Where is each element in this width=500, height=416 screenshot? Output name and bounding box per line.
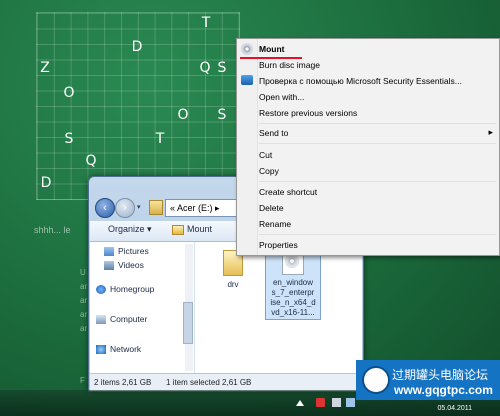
menu-separator	[259, 181, 496, 182]
file-item-drv[interactable]: drv	[215, 250, 251, 290]
folder-icon	[172, 224, 184, 235]
desktop-text-fragment: U	[80, 268, 86, 277]
nav-item-network[interactable]: Network	[96, 344, 142, 355]
nav-item-computer[interactable]: Computer	[96, 314, 148, 325]
desktop-text-fragment: ar	[80, 282, 88, 291]
grid-letter: O	[63, 85, 75, 101]
status-bar: 2 items 2,61 GB 1 item selected 2,61 GB	[90, 373, 362, 391]
menu-item-rename[interactable]: Rename	[259, 219, 291, 229]
submenu-arrow-icon: ▸	[488, 127, 493, 137]
grid-letter: D	[131, 39, 143, 55]
menu-item-send-to[interactable]: Send to	[259, 128, 288, 138]
computer-icon	[96, 315, 106, 325]
mount-disc-icon	[241, 43, 253, 55]
grid-letter: O	[177, 107, 189, 123]
navigation-pane: Pictures Videos Homegroup Computer Netwo…	[90, 242, 195, 373]
homegroup-icon	[96, 285, 106, 295]
file-name: drv	[227, 280, 239, 289]
grid-letter: S	[64, 131, 74, 147]
context-menu: Mount Burn disc image Проверка с помощью…	[236, 38, 500, 256]
folder-icon	[149, 200, 163, 215]
mount-button[interactable]: Mount	[172, 224, 212, 235]
menu-item-security-scan[interactable]: Проверка с помощью Microsoft Security Es…	[259, 76, 462, 86]
desktop-text-fragment: F	[80, 376, 85, 385]
grid-letter: S	[217, 107, 227, 123]
pictures-icon	[104, 247, 114, 257]
grid-letter: T	[201, 15, 211, 31]
nav-item-label: Network	[110, 344, 142, 354]
mount-label: Mount	[187, 224, 213, 234]
status-selection: 1 item selected 2,61 GB	[166, 378, 252, 387]
watermark-title: 过期罐头电脑论坛	[392, 368, 489, 382]
file-name-line: en_window	[272, 278, 314, 287]
network-icon	[96, 345, 106, 355]
grid-letter: Z	[40, 60, 50, 76]
grid-letter: Q	[199, 60, 211, 76]
desktop-text-fragment: ar	[80, 310, 88, 319]
grid-letter: D	[40, 175, 52, 191]
nav-item-label: Videos	[118, 260, 144, 270]
file-name-line: vd_x16-11...	[271, 308, 315, 317]
back-button[interactable]: ‹	[95, 198, 115, 218]
menu-item-copy[interactable]: Copy	[259, 166, 279, 176]
recent-pages-dropdown-icon[interactable]: ▾	[137, 203, 141, 211]
grid-letter: S	[217, 60, 227, 76]
watermark-url: www.gqgtpc.com	[394, 383, 493, 397]
desktop-text-fragment: ar	[80, 296, 88, 305]
tray-app-icon[interactable]	[332, 398, 341, 407]
menu-icon-gutter	[237, 39, 258, 255]
desktop-caption: shhh... le	[34, 225, 71, 235]
menu-item-burn-disc-image[interactable]: Burn disc image	[259, 60, 320, 70]
videos-icon	[104, 261, 114, 271]
security-essentials-icon	[241, 75, 253, 85]
file-name-line: ise_n_x64_d	[270, 298, 316, 307]
menu-item-open-with[interactable]: Open with...	[259, 92, 304, 102]
status-item-count: 2 items 2,61 GB	[94, 378, 152, 387]
nav-item-pictures[interactable]: Pictures	[104, 246, 149, 257]
watermark-banner: 过期罐头电脑论坛 www.gqgtpc.com	[356, 360, 500, 400]
menu-separator	[259, 123, 496, 124]
menu-item-restore-previous-versions[interactable]: Restore previous versions	[259, 108, 357, 118]
menu-separator	[259, 234, 496, 235]
nav-item-label: Pictures	[118, 246, 149, 256]
clock[interactable]: 05.04.2011	[437, 405, 472, 412]
menu-item-cut[interactable]: Cut	[259, 150, 272, 160]
highlight-underline	[240, 57, 302, 59]
nav-item-homegroup[interactable]: Homegroup	[96, 284, 155, 295]
watermark-logo-icon	[362, 366, 390, 394]
forward-button[interactable]: ›	[115, 198, 135, 218]
grid-letter: T	[155, 131, 165, 147]
menu-separator	[259, 143, 496, 144]
nav-item-label: Computer	[110, 314, 148, 324]
show-hidden-icons-icon[interactable]	[296, 400, 304, 406]
nav-item-label: Homegroup	[110, 284, 155, 294]
menu-item-mount[interactable]: Mount	[259, 44, 285, 54]
nav-scrollbar-thumb[interactable]	[183, 302, 193, 344]
grid-letter: Q	[85, 153, 97, 169]
menu-item-delete[interactable]: Delete	[259, 203, 284, 213]
menu-item-properties[interactable]: Properties	[259, 240, 298, 250]
menu-item-create-shortcut[interactable]: Create shortcut	[259, 187, 317, 197]
file-list: drv en_window s_7_enterpr ise_n_x64_d vd…	[195, 242, 362, 373]
desktop-text-fragment: ar	[80, 324, 88, 333]
flag-icon[interactable]	[316, 398, 325, 407]
organize-button[interactable]: Organize ▾	[108, 224, 152, 235]
nav-item-videos[interactable]: Videos	[104, 260, 144, 271]
network-tray-icon[interactable]	[346, 398, 355, 407]
file-name-line: s_7_enterpr	[271, 288, 315, 297]
letter-grid: T D Z Q S O O S S T Q D	[36, 12, 240, 200]
